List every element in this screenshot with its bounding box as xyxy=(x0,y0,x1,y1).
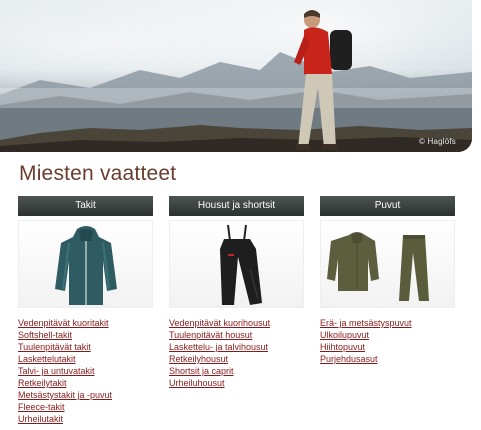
link-tuulenpitavat-housut[interactable]: Tuulenpitävät housut xyxy=(169,330,252,340)
category-column-puvut: Puvut Erä- ja metsästyspuvut Ulkoilupuvu… xyxy=(320,196,455,364)
category-column-takit: Takit Vedenpitävät kuoritakit Softshell-… xyxy=(18,196,153,424)
suit-icon xyxy=(327,232,429,301)
link-list-housut: Vedenpitävät kuorihousut Tuulenpitävät h… xyxy=(169,316,304,388)
link-list-puvut: Erä- ja metsästyspuvut Ulkoilupuvut Hiih… xyxy=(320,316,455,364)
list-item: Retkeilyhousut xyxy=(169,352,304,364)
link-urheiluhousut[interactable]: Urheiluhousut xyxy=(169,378,225,388)
category-header-takit[interactable]: Takit xyxy=(18,196,153,216)
list-item: Shortsit ja caprit xyxy=(169,364,304,376)
link-fleece-takit[interactable]: Fleece-takit xyxy=(18,402,65,412)
list-item: Metsästystakit ja -puvut xyxy=(18,388,153,400)
list-item: Tuulenpitävät housut xyxy=(169,328,304,340)
hero-banner: © Haglöfs xyxy=(0,0,472,152)
link-ulkoilupuvut[interactable]: Ulkoilupuvut xyxy=(320,330,369,340)
category-column-housut: Housut ja shortsit Vedenpitävät kuorihou… xyxy=(169,196,304,388)
list-item: Vedenpitävät kuoritakit xyxy=(18,316,153,328)
link-tuulenpitavat-takit[interactable]: Tuulenpitävät takit xyxy=(18,342,91,352)
category-header-housut[interactable]: Housut ja shortsit xyxy=(169,196,304,216)
product-image-housut[interactable] xyxy=(169,220,304,308)
link-vedenpitavat-kuoritakit[interactable]: Vedenpitävät kuoritakit xyxy=(18,318,109,328)
link-vedenpitavat-kuorihousut[interactable]: Vedenpitävät kuorihousut xyxy=(169,318,270,328)
photo-credit: © Haglöfs xyxy=(418,137,456,146)
link-laskettelutakit[interactable]: Laskettelutakit xyxy=(18,354,76,364)
list-item: Softshell-takit xyxy=(18,328,153,340)
link-retkeilyhousut[interactable]: Retkeilyhousut xyxy=(169,354,228,364)
list-item: Vedenpitävät kuorihousut xyxy=(169,316,304,328)
hero-landscape-image xyxy=(0,10,472,152)
link-list-takit: Vedenpitävät kuoritakit Softshell-takit … xyxy=(18,316,153,424)
list-item: Talvi- ja untuvatakit xyxy=(18,364,153,376)
list-item: Fleece-takit xyxy=(18,400,153,412)
list-item: Erä- ja metsästyspuvut xyxy=(320,316,455,328)
list-item: Hiihtopuvut xyxy=(320,340,455,352)
list-item: Laskettelu- ja talvihousut xyxy=(169,340,304,352)
category-header-puvut[interactable]: Puvut xyxy=(320,196,455,216)
pants-icon xyxy=(220,224,262,305)
list-item: Purjehdusasut xyxy=(320,352,455,364)
page-title: Miesten vaatteet xyxy=(19,162,177,185)
product-image-puvut[interactable] xyxy=(320,220,455,308)
list-item: Urheiluhousut xyxy=(169,376,304,388)
link-shortsit-ja-caprit[interactable]: Shortsit ja caprit xyxy=(169,366,234,376)
link-hiihtopuvut[interactable]: Hiihtopuvut xyxy=(320,342,365,352)
link-era-ja-metsastyspuvut[interactable]: Erä- ja metsästyspuvut xyxy=(320,318,412,328)
link-softshell-takit[interactable]: Softshell-takit xyxy=(18,330,72,340)
link-purjehdusasut[interactable]: Purjehdusasut xyxy=(320,354,378,364)
jacket-icon xyxy=(55,226,117,305)
list-item: Ulkoilupuvut xyxy=(320,328,455,340)
link-retkeilytakit[interactable]: Retkeilytakit xyxy=(18,378,67,388)
list-item: Urheilutakit xyxy=(18,412,153,424)
link-metsastystakit-ja-puvut[interactable]: Metsästystakit ja -puvut xyxy=(18,390,112,400)
link-laskettelu-ja-talvihousut[interactable]: Laskettelu- ja talvihousut xyxy=(169,342,268,352)
list-item: Laskettelutakit xyxy=(18,352,153,364)
product-image-takit[interactable] xyxy=(18,220,153,308)
link-urheilutakit[interactable]: Urheilutakit xyxy=(18,414,63,424)
list-item: Retkeilytakit xyxy=(18,376,153,388)
list-item: Tuulenpitävät takit xyxy=(18,340,153,352)
link-talvi-ja-untuvatakit[interactable]: Talvi- ja untuvatakit xyxy=(18,366,95,376)
